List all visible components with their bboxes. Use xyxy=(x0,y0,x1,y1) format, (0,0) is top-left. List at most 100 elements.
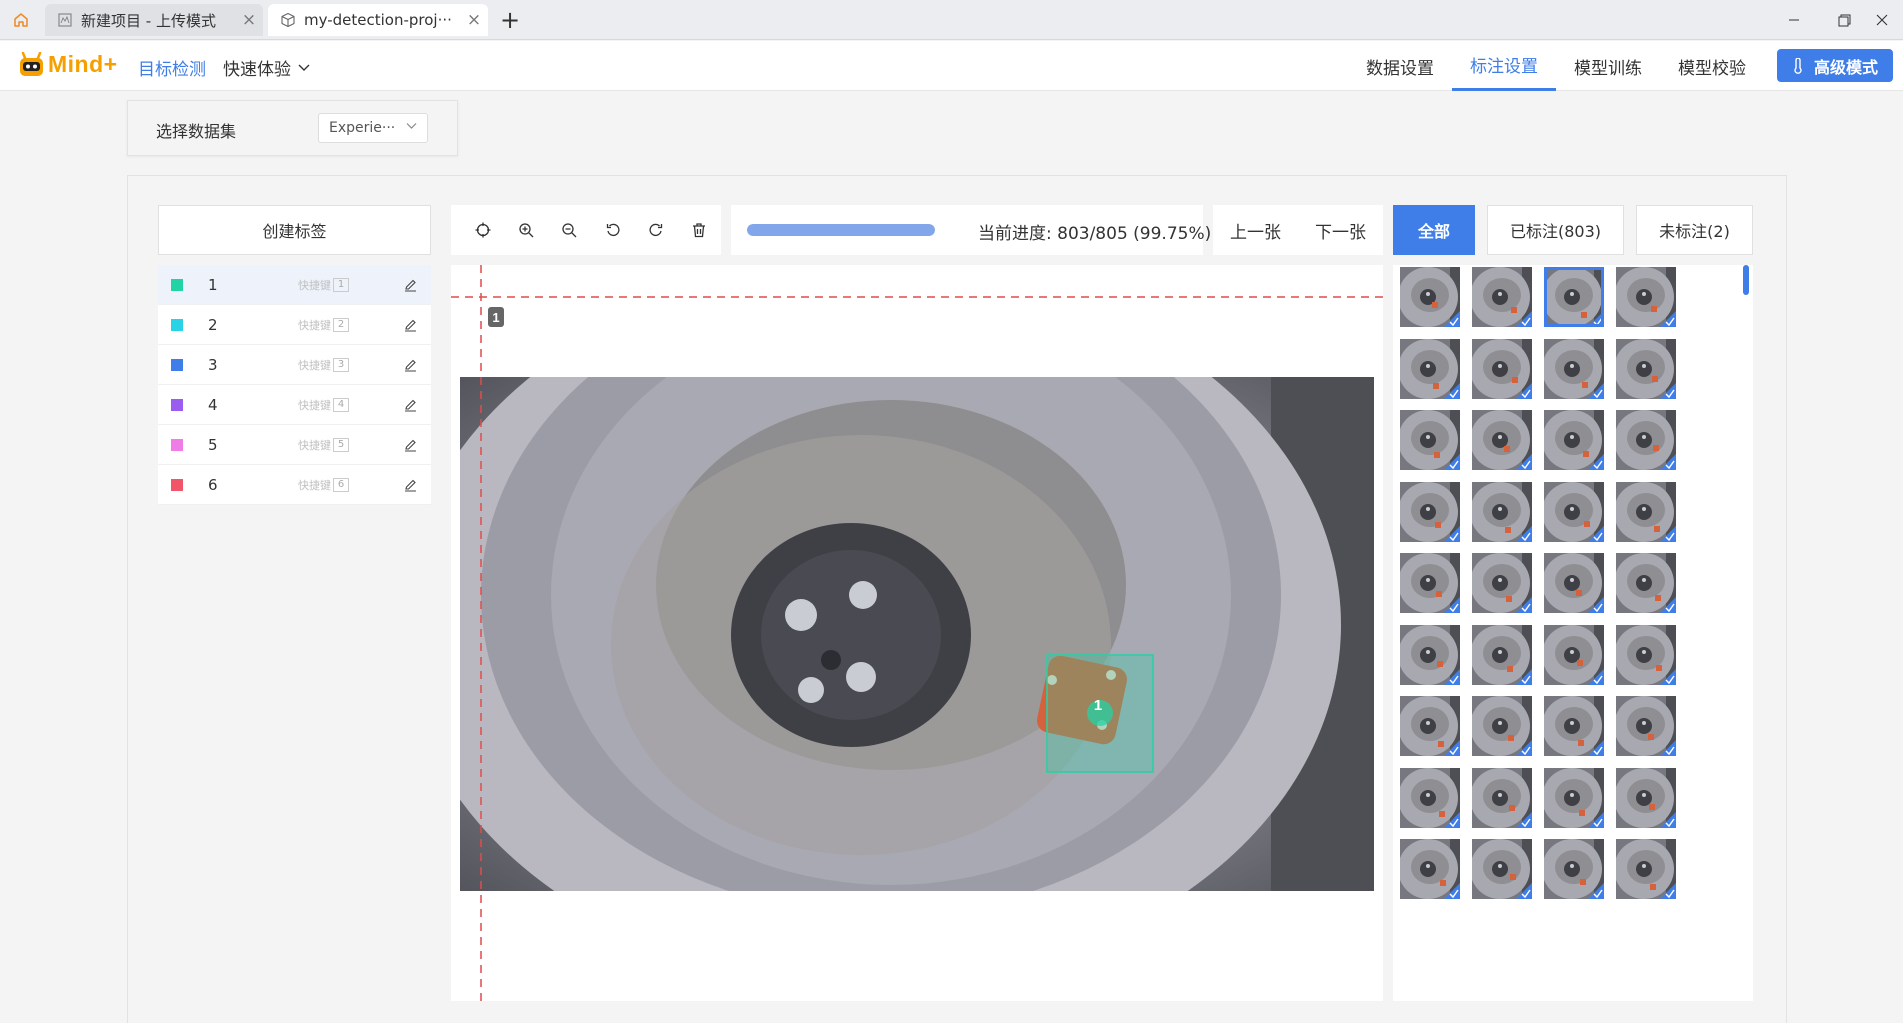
edit-icon[interactable] xyxy=(404,358,417,376)
thumbnail-item[interactable] xyxy=(1472,267,1532,327)
filter-unlabeled-button[interactable]: 未标注(2) xyxy=(1636,205,1753,255)
tab-detection-project[interactable]: my-detection-proj··· × xyxy=(268,4,488,36)
label-item[interactable]: 1 快捷键 1 xyxy=(158,265,431,305)
thumbnail-item[interactable] xyxy=(1616,553,1676,613)
dataset-select[interactable]: Experie··· xyxy=(318,113,428,143)
thumbnail-image xyxy=(1472,338,1532,399)
shortcut-key: 1 xyxy=(333,277,349,292)
thumbnail-item[interactable] xyxy=(1544,839,1604,899)
edit-icon[interactable] xyxy=(404,438,417,456)
filter-all-button[interactable]: 全部 xyxy=(1393,205,1475,255)
thumbnail-item[interactable] xyxy=(1616,410,1676,470)
dataset-panel: 选择数据集 Experie··· xyxy=(127,100,458,156)
home-icon[interactable] xyxy=(8,8,34,32)
tab-model-training[interactable]: 模型训练 xyxy=(1556,41,1660,91)
thumbnail-item[interactable] xyxy=(1544,481,1604,542)
label-color-swatch xyxy=(171,318,183,331)
restore-icon[interactable] xyxy=(1824,6,1864,34)
thumbnail-item[interactable] xyxy=(1544,267,1604,327)
thumbnail-item[interactable] xyxy=(1400,624,1460,685)
thumbnail-item[interactable] xyxy=(1544,553,1604,613)
thumbnail-item[interactable] xyxy=(1544,410,1604,470)
thumbnail-item[interactable] xyxy=(1472,696,1532,756)
thumbnail-item[interactable] xyxy=(1472,839,1532,899)
thumbnail-item[interactable] xyxy=(1544,696,1604,756)
thumbnail-item[interactable] xyxy=(1616,267,1676,327)
thumbnail-item[interactable] xyxy=(1616,696,1676,756)
thumbnail-item[interactable] xyxy=(1616,338,1676,399)
chevron-down-icon xyxy=(298,64,310,71)
label-item[interactable]: 5 快捷键 5 xyxy=(158,425,431,465)
thumbnail-item[interactable] xyxy=(1472,410,1532,470)
thumbnail-item[interactable] xyxy=(1616,624,1676,685)
close-window-icon[interactable] xyxy=(1862,6,1902,34)
thumbnail-item[interactable] xyxy=(1400,839,1460,899)
rotate-left-icon[interactable] xyxy=(591,215,634,245)
chevron-down-icon xyxy=(406,123,417,129)
thumbnail-item[interactable] xyxy=(1400,410,1460,470)
label-item[interactable]: 4 快捷键 4 xyxy=(158,385,431,425)
thumbnail-image xyxy=(1472,553,1532,613)
thumbnail-item[interactable] xyxy=(1400,481,1460,542)
tab-annotation-settings[interactable]: 标注设置 xyxy=(1452,41,1556,91)
thumbnail-item[interactable] xyxy=(1472,624,1532,685)
thumbnail-item[interactable] xyxy=(1400,767,1460,828)
zoom-in-icon[interactable] xyxy=(504,215,547,245)
prev-image-button[interactable]: 上一张 xyxy=(1213,205,1298,255)
edit-icon[interactable] xyxy=(404,398,417,416)
thumbnail-image xyxy=(1400,481,1460,542)
thumbnail-item[interactable] xyxy=(1616,767,1676,828)
minimize-icon[interactable] xyxy=(1774,6,1814,34)
tab-data-settings[interactable]: 数据设置 xyxy=(1348,41,1452,91)
thumbnail-item[interactable] xyxy=(1616,481,1676,542)
thumbnail-item[interactable] xyxy=(1544,767,1604,828)
thumbnail-item[interactable] xyxy=(1544,338,1604,399)
thumbnail-image xyxy=(1544,624,1604,685)
thermometer-icon xyxy=(1794,57,1802,74)
crosshair-icon[interactable] xyxy=(461,215,504,245)
label-name: 2 xyxy=(208,315,218,334)
thumbnail-image xyxy=(1400,553,1460,613)
close-tab-icon[interactable]: × xyxy=(460,10,488,30)
edit-icon[interactable] xyxy=(404,278,417,296)
edit-icon[interactable] xyxy=(404,478,417,496)
label-color-swatch xyxy=(171,438,183,451)
thumbnail-item[interactable] xyxy=(1472,481,1532,542)
dataset-select-value: Experie··· xyxy=(329,120,396,136)
close-tab-icon[interactable]: × xyxy=(235,10,263,30)
thumbnail-image xyxy=(1616,410,1676,470)
thumbnail-item[interactable] xyxy=(1400,553,1460,613)
mode-link[interactable]: 目标检测 xyxy=(138,55,206,80)
advanced-mode-button[interactable]: 高级模式 xyxy=(1777,49,1893,82)
sample-image xyxy=(460,377,1374,891)
thumbnail-item[interactable] xyxy=(1472,767,1532,828)
create-label-button[interactable]: 创建标签 xyxy=(158,205,431,255)
quick-experience-dropdown[interactable]: 快速体验 xyxy=(223,55,310,80)
image-navigation: 上一张 下一张 xyxy=(1213,205,1383,255)
new-tab-button[interactable]: + xyxy=(496,6,524,34)
thumbnail-item[interactable] xyxy=(1400,338,1460,399)
rotate-right-icon[interactable] xyxy=(634,215,677,245)
thumbnail-image xyxy=(1616,624,1676,685)
thumbnail-item[interactable] xyxy=(1544,624,1604,685)
thumbnail-item[interactable] xyxy=(1616,839,1676,899)
label-item[interactable]: 6 快捷键 6 xyxy=(158,465,431,505)
label-item[interactable]: 3 快捷键 3 xyxy=(158,345,431,385)
thumbnail-item[interactable] xyxy=(1472,553,1532,613)
thumbnail-scrollbar[interactable] xyxy=(1743,265,1749,295)
title-bar: 新建项目 - 上传模式 × my-detection-proj··· × + xyxy=(0,0,1903,40)
app-navbar: Mind+ 目标检测 快速体验 数据设置 标注设置 模型训练 模型校验 高级模式 xyxy=(0,41,1903,91)
edit-icon[interactable] xyxy=(404,318,417,336)
thumbnail-item[interactable] xyxy=(1400,267,1460,327)
label-item[interactable]: 2 快捷键 2 xyxy=(158,305,431,345)
tab-new-project[interactable]: 新建项目 - 上传模式 × xyxy=(45,4,263,36)
tab-model-validation[interactable]: 模型校验 xyxy=(1660,41,1764,91)
trash-icon[interactable] xyxy=(678,215,721,245)
annotation-canvas[interactable]: 1 1 xyxy=(451,265,1383,1001)
thumbnail-item[interactable] xyxy=(1472,338,1532,399)
thumbnail-item[interactable] xyxy=(1400,696,1460,756)
zoom-out-icon[interactable] xyxy=(548,215,591,245)
filter-labeled-button[interactable]: 已标注(803) xyxy=(1487,205,1624,255)
next-image-button[interactable]: 下一张 xyxy=(1298,205,1383,255)
shortcut-key: 2 xyxy=(333,317,349,332)
